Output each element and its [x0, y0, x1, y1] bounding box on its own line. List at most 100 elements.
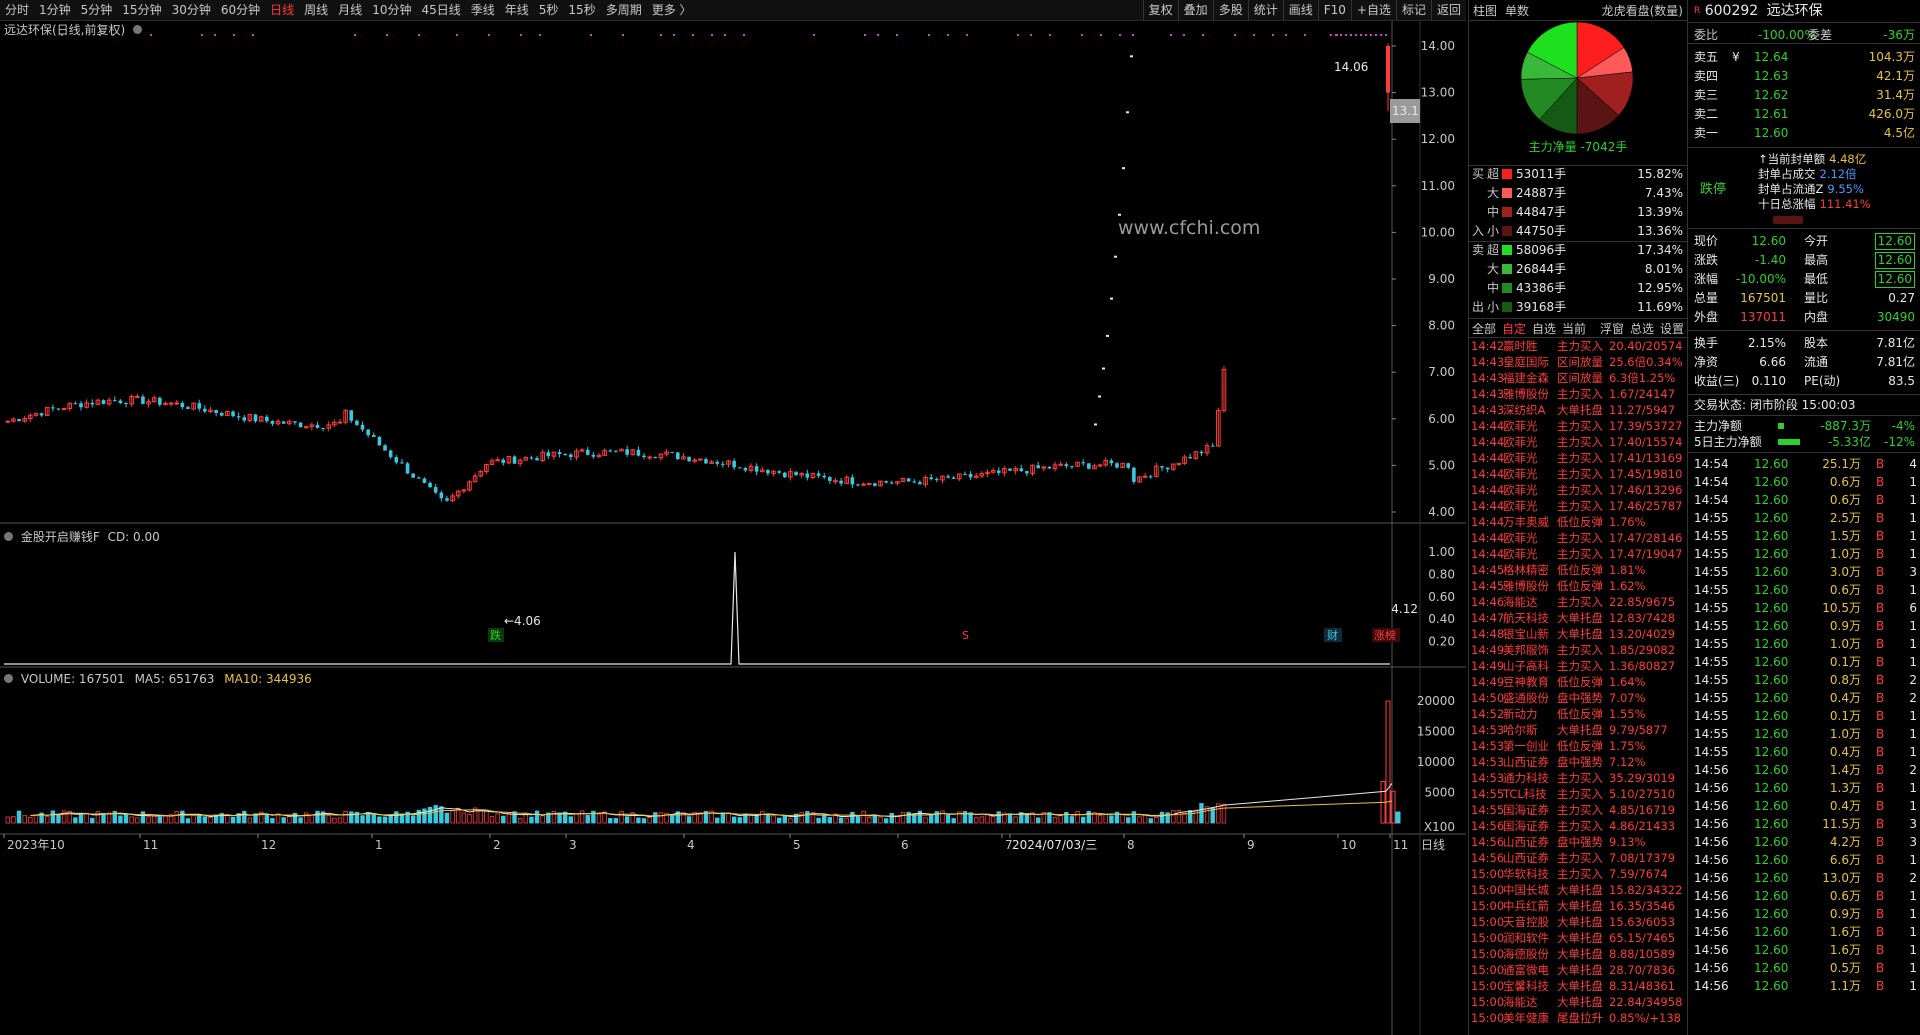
- alert-row[interactable]: 15:00 润和软件 大单托盘 65.15/7465: [1469, 930, 1687, 946]
- toolbar-tool[interactable]: 多股: [1212, 0, 1248, 20]
- chart-canvas[interactable]: 14.0013.0012.0011.0010.009.008.007.006.0…: [0, 21, 1466, 1035]
- tick-count: 1: [1909, 493, 1917, 507]
- period-tab[interactable]: 5秒: [534, 0, 564, 20]
- alert-row[interactable]: 15:00 美年健康 尾盘拉升 0.85%/+138: [1469, 1010, 1687, 1026]
- toolbar-tool[interactable]: 叠加: [1177, 0, 1213, 20]
- alert-time: 15:00: [1471, 883, 1505, 897]
- period-tab[interactable]: 15分钟: [117, 0, 166, 20]
- tick-price: 12.60: [1754, 817, 1789, 831]
- alert-row[interactable]: 14:56 国海证券 主力买入 4.86/21433: [1469, 818, 1687, 834]
- filter-tab[interactable]: 当前: [1559, 320, 1589, 337]
- alert-row[interactable]: 14:47 航天科技 大单托盘 12.83/7428: [1469, 610, 1687, 626]
- period-tab[interactable]: 季线: [466, 0, 500, 20]
- alert-row[interactable]: 15:00 中兵红箭 大单托盘 16.35/3546: [1469, 898, 1687, 914]
- tick-row: 14:54 12.60 0.6万 B 1: [1688, 491, 1920, 509]
- ask-row[interactable]: 卖一 12.60 4.5亿: [1688, 124, 1920, 143]
- period-tab[interactable]: 60分钟: [216, 0, 265, 20]
- filter-tab[interactable]: 全部: [1469, 320, 1499, 337]
- toolbar-tool[interactable]: +自选: [1350, 0, 1396, 20]
- toolbar-tool[interactable]: 返回: [1430, 0, 1466, 20]
- tick-price: 12.60: [1754, 475, 1789, 489]
- tab-count[interactable]: 单数: [1501, 2, 1533, 19]
- alert-row[interactable]: 14:48 银宝山新 大单托盘 13.20/4029: [1469, 626, 1687, 642]
- settings-icon[interactable]: [133, 25, 143, 34]
- alert-row[interactable]: 14:49 豆神教育 低位反弹 1.64%: [1469, 674, 1687, 690]
- ask-row[interactable]: 卖三 12.62 31.4万: [1688, 86, 1920, 105]
- alert-row[interactable]: 14:55 TCL科技 主力买入 5.10/27510: [1469, 786, 1687, 802]
- filter-tab[interactable]: 总选: [1627, 320, 1657, 337]
- alert-row[interactable]: 14:53 哈尔斯 大单托盘 9.79/5877: [1469, 722, 1687, 738]
- ask-row[interactable]: 卖五 ¥12.64 104.3万: [1688, 48, 1920, 67]
- period-tab[interactable]: 日线: [265, 0, 299, 20]
- period-tab[interactable]: 15秒: [563, 0, 600, 20]
- candle-body: [197, 403, 202, 409]
- alert-row[interactable]: 14:49 山子高科 主力买入 1.36/80827: [1469, 658, 1687, 674]
- toolbar-tool[interactable]: 画线: [1282, 0, 1318, 20]
- alert-row[interactable]: 15:00 海德股份 大单托盘 8.88/10589: [1469, 946, 1687, 962]
- flow-size: 中: [1487, 281, 1500, 295]
- alert-row[interactable]: 14:43 雅博股份 主力买入 1.67/24147: [1469, 386, 1687, 402]
- expand-icon[interactable]: [1773, 216, 1803, 224]
- tab-bar-chart[interactable]: 柱图: [1469, 2, 1501, 19]
- period-tab[interactable]: 多周期: [601, 0, 647, 20]
- yen-icon: ¥: [1732, 50, 1740, 64]
- alert-row[interactable]: 14:42 赢时胜 主力买入 20.40/20574: [1469, 338, 1687, 354]
- filter-tab[interactable]: 设置: [1657, 320, 1687, 337]
- alert-row[interactable]: 14:45 格林精密 低位反弹 1.81%: [1469, 562, 1687, 578]
- alert-row[interactable]: 14:44 欧菲光 主力买入 17.47/28146: [1469, 530, 1687, 546]
- alert-row[interactable]: 14:43 福建金森 区间放量 6.3倍1.25%: [1469, 370, 1687, 386]
- alert-row[interactable]: 15:00 海能达 大单托盘 22.84/34958: [1469, 994, 1687, 1010]
- alert-row[interactable]: 14:56 山西证券 主力买入 7.08/17379: [1469, 850, 1687, 866]
- alert-row[interactable]: 14:44 欧菲光 主力买入 17.46/13296: [1469, 482, 1687, 498]
- alert-row[interactable]: 15:00 通富微电 大单托盘 28.70/7836: [1469, 962, 1687, 978]
- filter-tab[interactable]: 自定: [1499, 320, 1529, 337]
- alert-row[interactable]: 14:52 新动力 低位反弹 1.55%: [1469, 706, 1687, 722]
- alert-row[interactable]: 14:56 山西证券 盘中强势 9.13%: [1469, 834, 1687, 850]
- period-tab[interactable]: 5分钟: [76, 0, 118, 20]
- alert-row[interactable]: 14:44 欧菲光 主力买入 17.47/19047: [1469, 546, 1687, 562]
- alert-row[interactable]: 14:43 皇庭国际 区间放量 25.6倍0.34%: [1469, 354, 1687, 370]
- alert-value: 13.20/4029: [1609, 627, 1676, 641]
- period-tab[interactable]: 分时: [0, 0, 34, 20]
- toolbar-tool[interactable]: 统计: [1247, 0, 1283, 20]
- candle-body: [236, 416, 241, 418]
- alert-row[interactable]: 14:46 海能达 主力买入 22.85/9675: [1469, 594, 1687, 610]
- ask-row[interactable]: 卖二 12.61 426.0万: [1688, 105, 1920, 124]
- alert-row[interactable]: 14:45 雅博股份 低位反弹 1.62%: [1469, 578, 1687, 594]
- alert-row[interactable]: 14:44 万丰奥威 低位反弹 1.76%: [1469, 514, 1687, 530]
- period-tab[interactable]: 周线: [299, 0, 333, 20]
- filter-tab[interactable]: 自选: [1529, 320, 1559, 337]
- ask-row[interactable]: 卖四 12.63 42.1万: [1688, 67, 1920, 86]
- period-tab[interactable]: 30分钟: [167, 0, 216, 20]
- period-tab[interactable]: 月线: [333, 0, 367, 20]
- alert-row[interactable]: 14:53 通力科技 主力买入 35.29/3019: [1469, 770, 1687, 786]
- alert-row[interactable]: 14:55 国海证券 主力买入 4.85/16719: [1469, 802, 1687, 818]
- alert-row[interactable]: 14:49 美邦服饰 主力买入 1.85/29082: [1469, 642, 1687, 658]
- period-tab[interactable]: 年线: [500, 0, 534, 20]
- alert-row[interactable]: 15:00 宝馨科技 大单托盘 8.31/48361: [1469, 978, 1687, 994]
- alert-row[interactable]: 14:44 欧菲光 主力买入 17.40/15574: [1469, 434, 1687, 450]
- alert-row[interactable]: 15:00 华软科技 主力买入 7.59/7674: [1469, 866, 1687, 882]
- toolbar-tool[interactable]: F10: [1317, 0, 1351, 20]
- alert-row[interactable]: 14:53 第一创业 低位反弹 1.75%: [1469, 738, 1687, 754]
- filter-tab[interactable]: 浮窗: [1597, 320, 1627, 337]
- period-tab[interactable]: 45日线: [416, 0, 465, 20]
- chart-area[interactable]: 14.00 13.00 12.00 11.00 10.00 9.00 8.00 7.00 6.0…: [0, 21, 1466, 1035]
- alert-row[interactable]: 15:00 天音控股 大单托盘 15.63/6053: [1469, 914, 1687, 930]
- alert-row[interactable]: 15:00 中国长城 大单托盘 15.82/34322: [1469, 882, 1687, 898]
- alert-row[interactable]: 14:43 深纺织A 大单托盘 11.27/5947: [1469, 402, 1687, 418]
- alert-row[interactable]: 14:53 山西证券 盘中强势 7.12%: [1469, 754, 1687, 770]
- toolbar-tool[interactable]: 标记: [1395, 0, 1431, 20]
- collapse-icon[interactable]: [4, 532, 13, 541]
- period-tab[interactable]: 10分钟: [367, 0, 416, 20]
- alert-row[interactable]: 14:44 欧菲光 主力买入 17.39/53727: [1469, 418, 1687, 434]
- alert-row[interactable]: 14:44 欧菲光 主力买入 17.45/19810: [1469, 466, 1687, 482]
- toolbar-tool[interactable]: 复权: [1142, 0, 1178, 20]
- flow-side: 卖: [1472, 243, 1485, 257]
- alert-row[interactable]: 14:44 欧菲光 主力买入 17.46/25787: [1469, 498, 1687, 514]
- alert-row[interactable]: 14:44 欧菲光 主力买入 17.41/13169: [1469, 450, 1687, 466]
- period-tab[interactable]: 更多 〉: [647, 0, 697, 20]
- collapse-icon[interactable]: [4, 674, 13, 683]
- period-tab[interactable]: 1分钟: [34, 0, 76, 20]
- alert-row[interactable]: 14:50 盛通股份 盘中强势 7.07%: [1469, 690, 1687, 706]
